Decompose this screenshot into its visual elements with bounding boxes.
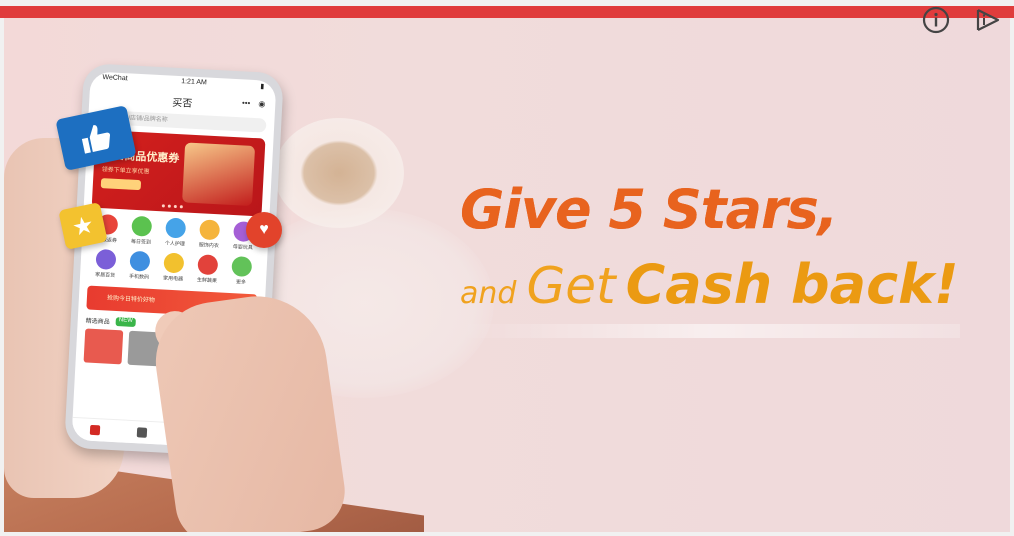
carousel-dots	[161, 204, 183, 209]
app-title: 买否	[171, 97, 193, 110]
star-icon: ★	[58, 202, 108, 250]
category-icon	[199, 219, 221, 241]
ad-frame: WeChat 1:21 AM ▮ 买否 ••• ◉ 搜索商品/店铺/品牌名称 好…	[0, 0, 1014, 536]
category-icon	[231, 256, 253, 278]
grid-item: 个人护理	[158, 217, 193, 248]
category-tab-icon	[136, 427, 147, 438]
heart-icon: ♥	[246, 212, 282, 248]
header-icons: ••• ◉	[242, 98, 266, 108]
grid-item: 家居百货	[88, 248, 123, 280]
headline-highlight	[460, 324, 960, 338]
grid-item: 每日签到	[124, 215, 159, 246]
category-icon	[165, 217, 187, 239]
grid-item: 家用电器	[156, 252, 191, 283]
promo-button	[100, 178, 142, 191]
grid-item: 手机数码	[122, 250, 157, 281]
headline-line-1: Give 5 Stars,	[460, 180, 1014, 240]
gift-image	[182, 142, 256, 207]
brand-accent-bar	[0, 6, 1014, 18]
ad-headline: Give 5 Stars, and Get Cash back!	[460, 180, 1014, 317]
category-icon	[129, 250, 151, 272]
category-grid: 领取返券 每日签到 个人护理 服饰内衣 母婴玩具 家居百货 手机数码 家用电器 …	[88, 213, 261, 287]
grid-item: 生鲜蔬果	[190, 254, 225, 285]
promo-subtitle: 领券下单立享优惠	[101, 167, 150, 176]
target-icon: ◉	[258, 99, 266, 109]
category-icon	[131, 215, 153, 237]
product-thumb	[83, 328, 124, 365]
battery-icon: ▮	[260, 83, 265, 91]
coffee-cup-image	[274, 118, 404, 228]
category-icon	[197, 254, 219, 276]
grid-item: 服饰内衣	[192, 219, 227, 250]
grid-item: 更多	[224, 256, 259, 287]
more-icon: •••	[241, 98, 251, 108]
section-title: 精选商品	[85, 318, 110, 326]
section-badge: NEW	[115, 317, 136, 328]
headline-line-2: and Get Cash back!	[460, 253, 1014, 316]
adchoices-play-icon[interactable]	[974, 6, 1002, 34]
headline-get: Get	[526, 257, 616, 316]
category-icon	[163, 252, 185, 274]
info-icon[interactable]	[922, 6, 950, 34]
category-icon	[95, 248, 117, 270]
home-tab-icon	[90, 424, 101, 436]
headline-and: and	[460, 276, 517, 312]
headline-cash-back: Cash back!	[625, 253, 959, 317]
